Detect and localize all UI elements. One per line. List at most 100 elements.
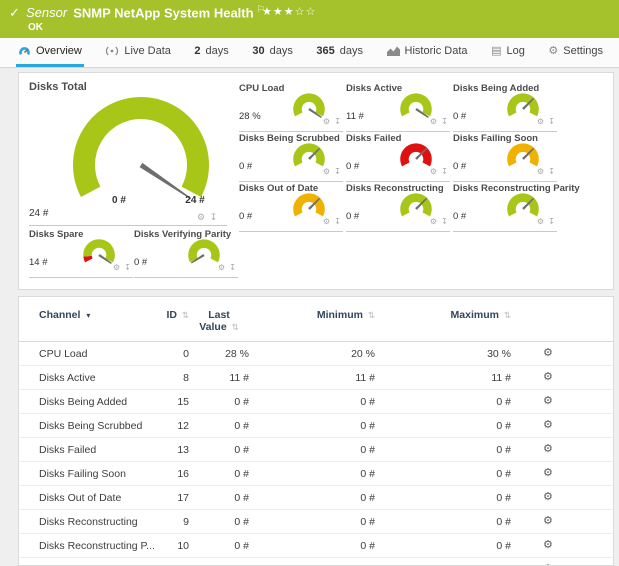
cell-last: 0 # [189, 396, 249, 408]
pin-icon[interactable]: ↧ [441, 167, 449, 176]
channel-row-disks-spare[interactable]: Disks Spare1414 #14 #14 #⚙ [19, 558, 613, 566]
ok-check-icon: ✓ [9, 5, 20, 21]
gauge-tile-disks-spare[interactable]: Disks Spare14 #⚙ ↧ [29, 229, 133, 278]
gauge-tile-cpu-load[interactable]: CPU Load28 %⚙ ↧ [239, 83, 343, 132]
gear-icon[interactable]: ⚙ [537, 167, 545, 176]
sort-toggle-icon: ⇅ [182, 310, 189, 320]
gear-icon[interactable]: ⚙ [197, 212, 206, 222]
gear-icon[interactable]: ⚙ [537, 117, 545, 126]
gauge-tile-disks-reconstructing-parity[interactable]: Disks Reconstructing Parity0 #⚙ ↧ [453, 183, 557, 232]
gauge-tile-disks-failing-soon[interactable]: Disks Failing Soon0 #⚙ ↧ [453, 133, 557, 182]
tab-log[interactable]: ▤Log [489, 38, 527, 67]
channel-settings-gear-icon[interactable]: ⚙ [543, 468, 553, 479]
tab-historic-data[interactable]: Historic Data [385, 38, 470, 67]
column-header-min[interactable]: Minimum ⇅ [249, 309, 375, 321]
channel-row-disks-reconstructing[interactable]: Disks Reconstructing90 #0 #0 #⚙ [19, 510, 613, 534]
channel-settings-gear-icon[interactable]: ⚙ [543, 348, 553, 359]
gauge-tile-disks-out-of-date[interactable]: Disks Out of Date0 #⚙ ↧ [239, 183, 343, 232]
pin-icon[interactable]: ↧ [548, 167, 556, 176]
gauge-value: 0 # [239, 211, 252, 222]
gear-icon[interactable]: ⚙ [323, 217, 331, 226]
channel-row-disks-being-added[interactable]: Disks Being Added150 #0 #0 #⚙ [19, 390, 613, 414]
tab-live-data[interactable]: Live Data [103, 38, 172, 67]
gear-icon[interactable]: ⚙ [323, 167, 331, 176]
channel-row-disks-failed[interactable]: Disks Failed130 #0 #0 #⚙ [19, 438, 613, 462]
tab-overview[interactable]: Overview [16, 38, 84, 67]
channel-settings-gear-icon[interactable]: ⚙ [543, 372, 553, 383]
gauge-label: CPU Load [239, 83, 284, 94]
channel-row-cpu-load[interactable]: CPU Load028 %20 %30 %⚙ [19, 342, 613, 366]
cell-max: 0 # [375, 492, 511, 504]
gauge-tile-disks-total[interactable]: Disks Total 0 # 24 # 24 # ⚙ ↧ [29, 81, 229, 231]
channel-row-disks-reconstructing-p[interactable]: Disks Reconstructing P...100 #0 #0 #⚙ [19, 534, 613, 558]
cell-channel: Disks Failing Soon [39, 468, 143, 480]
channel-settings-gear-icon[interactable]: ⚙ [543, 444, 553, 455]
channel-row-disks-active[interactable]: Disks Active811 #11 #11 #⚙ [19, 366, 613, 390]
tab-365-days[interactable]: 365days [314, 38, 365, 67]
gauge-value: 11 # [346, 111, 364, 122]
cell-id: 0 [143, 348, 189, 360]
pin-icon[interactable]: ↧ [229, 263, 237, 272]
pin-icon[interactable]: ↧ [334, 217, 342, 226]
channel-settings-gear-icon[interactable]: ⚙ [543, 516, 553, 527]
column-header-last[interactable]: LastValue ⇅ [189, 309, 249, 333]
gear-icon[interactable]: ⚙ [537, 217, 545, 226]
sort-toggle-icon: ⇅ [504, 310, 511, 320]
cell-min: 0 # [249, 420, 375, 432]
tab-bar: Overview Live Data 2days 30days 365days Histo… [0, 38, 619, 68]
gauge-value: 0 # [453, 211, 466, 222]
cell-max: 0 # [375, 540, 511, 552]
channel-row-disks-failing-soon[interactable]: Disks Failing Soon160 #0 #0 #⚙ [19, 462, 613, 486]
tile-action-icons: ⚙ ↧ [430, 167, 449, 176]
pin-icon[interactable]: ↧ [441, 117, 449, 126]
channel-settings-gear-icon[interactable]: ⚙ [543, 492, 553, 503]
tab-label: Overview [36, 45, 82, 57]
gauges-panel: Disks Total 0 # 24 # 24 # ⚙ ↧ CPU Load28… [18, 72, 614, 290]
gear-icon: ⚙ [548, 46, 558, 57]
gauge-value: 0 # [346, 211, 359, 222]
channel-settings-gear-icon[interactable]: ⚙ [543, 420, 553, 431]
gear-icon[interactable]: ⚙ [430, 117, 438, 126]
channel-settings-gear-icon[interactable]: ⚙ [543, 396, 553, 407]
cell-channel: Disks Out of Date [39, 492, 143, 504]
gauge-value: 14 # [29, 257, 48, 268]
gear-icon[interactable]: ⚙ [430, 167, 438, 176]
gauge-label: Disks Active [346, 83, 402, 94]
cell-channel: Disks Reconstructing [39, 516, 143, 528]
column-header-channel[interactable]: Channel ▾ [39, 309, 143, 321]
pin-icon[interactable]: ↧ [548, 217, 556, 226]
channel-settings-gear-icon[interactable]: ⚙ [543, 540, 553, 551]
pin-icon[interactable]: ↧ [548, 117, 556, 126]
pin-icon[interactable]: ↧ [441, 217, 449, 226]
gauge-tile-disks-active[interactable]: Disks Active 11 # ⚙ ↧ [346, 83, 450, 132]
pin-icon[interactable]: ↧ [124, 263, 132, 272]
tab-2-days[interactable]: 2days [192, 38, 230, 67]
pin-icon[interactable]: ↧ [210, 212, 219, 222]
gear-icon[interactable]: ⚙ [113, 263, 121, 272]
cell-channel: Disks Being Added [39, 396, 143, 408]
pin-icon[interactable]: ↧ [334, 117, 342, 126]
column-header-id[interactable]: ID ⇅ [143, 309, 189, 321]
gauge-tile-disks-being-added[interactable]: Disks Being Added0 #⚙ ↧ [453, 83, 557, 132]
cell-id: 8 [143, 372, 189, 384]
priority-stars[interactable]: ★★★☆☆ [262, 5, 316, 18]
gear-icon[interactable]: ⚙ [430, 217, 438, 226]
tab-settings[interactable]: ⚙Settings [546, 38, 605, 67]
pin-icon[interactable]: ↧ [334, 167, 342, 176]
gauge-label-disks-total: Disks Total [29, 81, 87, 93]
gauge-scale-min: 0 # [99, 195, 139, 206]
tile-action-icons: ⚙ ↧ [218, 263, 237, 272]
gauge-tile-disks-failed[interactable]: Disks Failed0 #⚙ ↧ [346, 133, 450, 182]
gear-icon[interactable]: ⚙ [218, 263, 226, 272]
gauge-tile-disks-verifying-parity[interactable]: Disks Verifying Parity0 #⚙ ↧ [134, 229, 238, 278]
cell-id: 15 [143, 396, 189, 408]
gauge-tile-disks-being-scrubbed[interactable]: Disks Being Scrubbed0 #⚙ ↧ [239, 133, 343, 182]
column-header-max[interactable]: Maximum ⇅ [375, 309, 511, 321]
channel-row-disks-being-scrubbed[interactable]: Disks Being Scrubbed120 #0 #0 #⚙ [19, 414, 613, 438]
gauge-tile-disks-reconstructing[interactable]: Disks Reconstructing0 #⚙ ↧ [346, 183, 450, 232]
channel-row-disks-out-of-date[interactable]: Disks Out of Date170 #0 #0 #⚙ [19, 486, 613, 510]
tab-30-days[interactable]: 30days [250, 38, 295, 67]
cell-last: 0 # [189, 492, 249, 504]
cell-id: 9 [143, 516, 189, 528]
gear-icon[interactable]: ⚙ [323, 117, 331, 126]
